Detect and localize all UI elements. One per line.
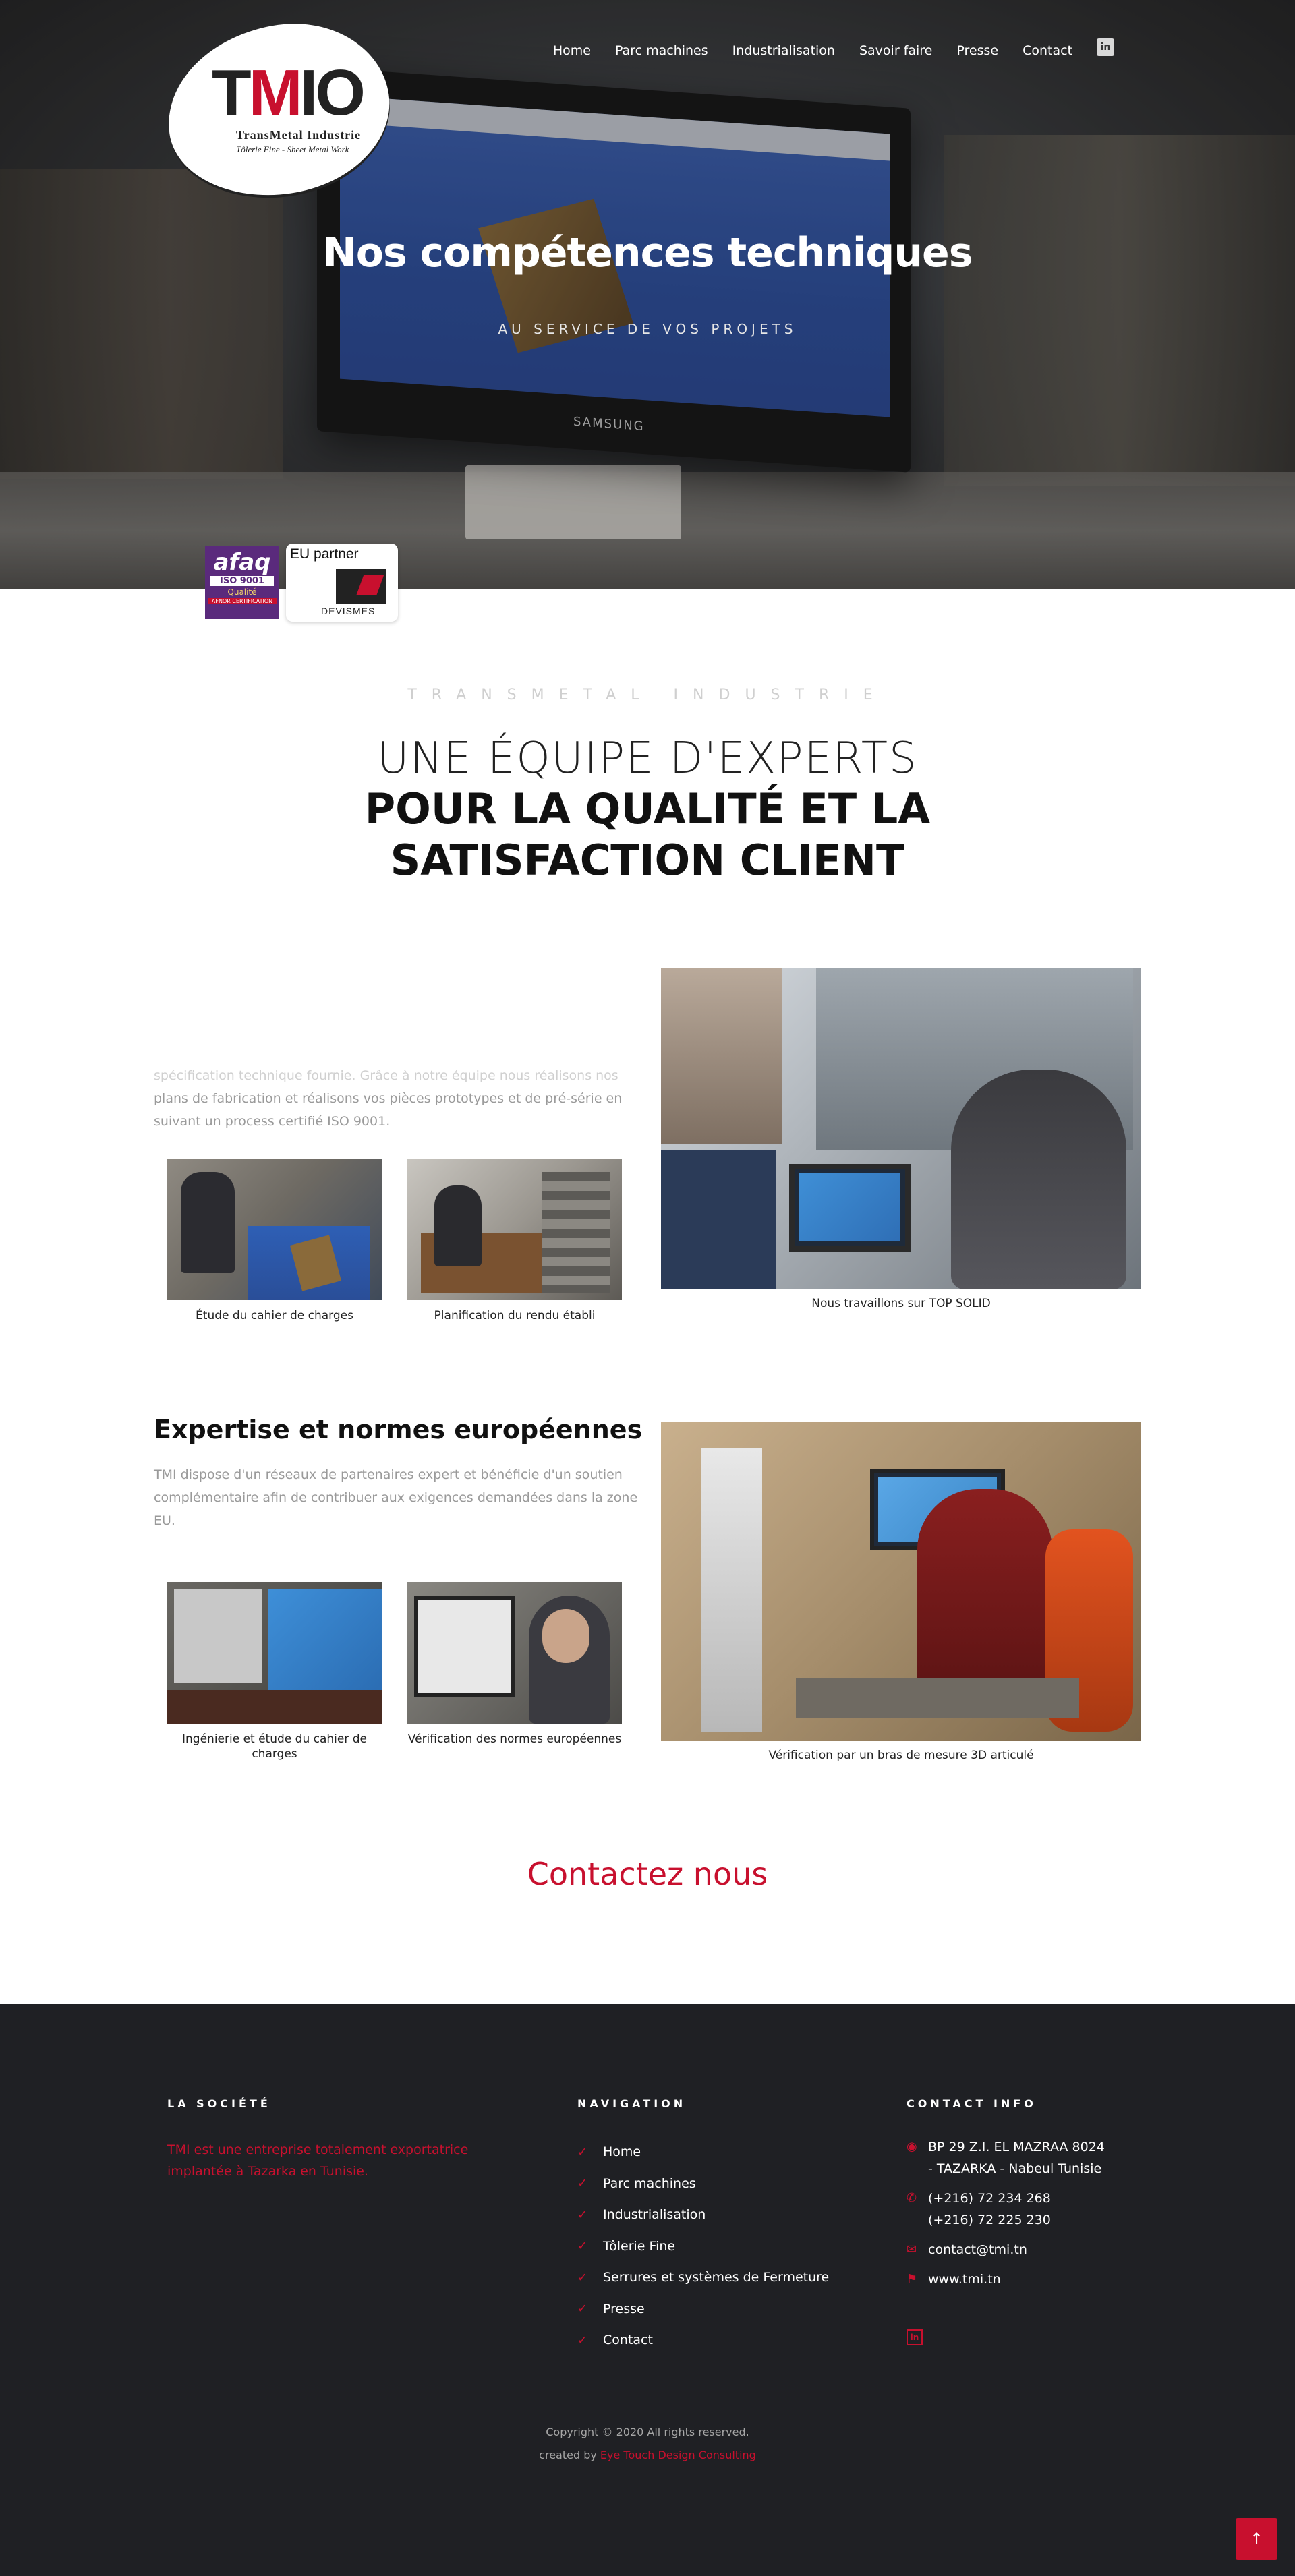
caption-top-solid: Nous travaillons sur TOP SOLID — [811, 1297, 991, 1310]
footer-nav-item[interactable]: ✓ Home — [577, 2136, 829, 2168]
hero-subtitle: AU SERVICE DE VOS PROJETS — [498, 321, 797, 337]
footer-contact-heading: CONTACT INFO — [906, 2097, 1037, 2110]
footer-email[interactable]: contact@tmi.tn — [928, 2239, 1027, 2260]
footer-nav-label: Home — [603, 2144, 641, 2160]
footer-nav-label: Presse — [603, 2301, 645, 2316]
footer-nav-item[interactable]: ✓ Contact — [577, 2324, 829, 2356]
credit-line: created by Eye Touch Design Consulting — [0, 2444, 1295, 2467]
footer-nav-heading: NAVIGATION — [577, 2097, 687, 2110]
footer-linkedin-icon[interactable]: in — [906, 2329, 923, 2345]
credit-link[interactable]: Eye Touch Design Consulting — [600, 2449, 756, 2461]
contact-us-link[interactable]: Contactez nous — [0, 1856, 1295, 1892]
eu-partner-badge: EU partner DEVISMES — [286, 544, 398, 622]
footer-nav: ✓ Home ✓ Parc machines ✓ Industrialisation … — [577, 2136, 829, 2356]
section1-text-body: plans de fabrication et réalisons vos pi… — [154, 1091, 623, 1129]
back-to-top-button[interactable]: ↑ — [1236, 2518, 1277, 2560]
footer-nav-item[interactable]: ✓ Parc machines — [577, 2168, 829, 2200]
linkedin-icon[interactable]: in — [1097, 38, 1114, 56]
footer-nav-label: Serrures et systèmes de Fermeture — [603, 2270, 830, 2285]
footer-contact-info: ◉ BP 29 Z.I. EL MAZRAA 8024 - TAZARKA - N… — [906, 2136, 1109, 2298]
footer-website[interactable]: www.tmi.tn — [928, 2268, 1001, 2290]
afaq-iso-badge: afaq ISO 9001 Qualité AFNOR CERTIFICATIO… — [205, 546, 279, 619]
caption-planification: Planification du rendu établi — [434, 1309, 596, 1322]
footer-address: BP 29 Z.I. EL MAZRAA 8024 - TAZARKA - Na… — [928, 2140, 1105, 2176]
footer-about-heading: LA SOCIÉTÉ — [167, 2097, 271, 2110]
section1-text-faded: spécification technique fournie. Grâce à… — [154, 1068, 618, 1083]
devismes-logo-icon — [336, 569, 386, 604]
eu-partner-label: EU partner — [290, 546, 359, 562]
iso-label: ISO 9001 — [210, 576, 274, 586]
photo-top-solid — [661, 968, 1141, 1289]
footer-nav-label: Parc machines — [603, 2175, 696, 2191]
nav-item-contact[interactable]: Contact — [1023, 43, 1072, 58]
logo-letter-t: T — [212, 57, 252, 129]
caption-normes: Vérification des normes européennes — [407, 1732, 622, 1746]
footer-nav-item[interactable]: ✓ Tôlerie Fine — [577, 2231, 829, 2262]
credit-prefix: created by — [539, 2449, 597, 2461]
caption-cahier-charges: Étude du cahier de charges — [196, 1309, 353, 1322]
footer-nav-item[interactable]: ✓ Presse — [577, 2293, 829, 2325]
footer-phones: (+216) 72 234 268 (+216) 72 225 230 — [928, 2188, 1051, 2231]
qualite-label: Qualité — [227, 587, 257, 597]
logo-company-name: TransMetal Industrie — [236, 128, 362, 142]
check-icon: ✓ — [577, 2144, 588, 2159]
footer-nav-label: Tôlerie Fine — [603, 2238, 676, 2254]
phone-icon: ✆ — [906, 2191, 917, 2205]
check-icon: ✓ — [577, 2270, 588, 2285]
hero-title: Nos compétences techniques — [322, 229, 973, 276]
nav-item-presse[interactable]: Presse — [956, 43, 998, 58]
caption-bras-mesure: Vérification par un bras de mesure 3D ar… — [768, 1749, 1034, 1762]
nav-item-parc-machines[interactable]: Parc machines — [615, 43, 708, 58]
check-icon: ✓ — [577, 2239, 588, 2254]
site-footer: LA SOCIÉTÉ TMI est une entreprise totale… — [0, 2004, 1295, 2576]
afnor-label: AFNOR CERTIFICATION — [208, 598, 277, 604]
section2-text: TMI dispose d'un réseaux de partenaires … — [154, 1467, 638, 1528]
nav-item-savoir-faire[interactable]: Savoir faire — [859, 43, 932, 58]
nav-item-industrialisation[interactable]: Industrialisation — [732, 43, 835, 58]
copyright-text: Copyright © 2020 All rights reserved. — [546, 2426, 749, 2438]
section-heading-bold: POUR LA QUALITÉ ET LA SATISFACTION CLIEN… — [364, 784, 931, 885]
footer-about-text: TMI est une entreprise totalement export… — [167, 2142, 469, 2179]
check-icon: ✓ — [577, 2176, 588, 2191]
footer-phone-1[interactable]: (+216) 72 234 268 — [928, 2191, 1051, 2206]
section1-text: spécification technique fournie. Grâce à… — [154, 1064, 634, 1133]
photo-planification — [407, 1159, 622, 1300]
main-navigation: Home Parc machines Industrialisation Sav… — [553, 38, 1295, 58]
footer-nav-label: Industrialisation — [603, 2207, 706, 2223]
photo-cahier-charges — [167, 1159, 382, 1300]
section2-title: Expertise et normes européennes — [154, 1415, 643, 1444]
check-icon: ✓ — [577, 2302, 588, 2316]
caption-ingenierie: Ingénierie et étude du cahier de charges — [182, 1732, 367, 1761]
devismes-label: DEVISMES — [321, 606, 376, 616]
section-heading-light: UNE ÉQUIPE D'EXPERTS — [377, 734, 918, 784]
location-pin-icon: ◉ — [906, 2140, 917, 2154]
section-eyebrow: TRANSMETAL INDUSTRIE — [407, 686, 888, 703]
logo-mark: TMIO — [212, 61, 366, 125]
photo-ingenierie — [167, 1582, 382, 1724]
photo-bras-mesure — [661, 1422, 1141, 1741]
footer-phone-2[interactable]: (+216) 72 225 230 — [928, 2213, 1051, 2227]
site-logo[interactable]: TMIO TransMetal Industrie Tôlerie Fine -… — [156, 11, 401, 209]
footer-nav-item[interactable]: ✓ Industrialisation — [577, 2199, 829, 2231]
logo-tagline: Tôlerie Fine - Sheet Metal Work — [236, 144, 349, 154]
check-icon: ✓ — [577, 2333, 588, 2347]
photo-normes — [407, 1582, 622, 1724]
footer-nav-item[interactable]: ✓ Serrures et systèmes de Fermeture — [577, 2262, 829, 2293]
afaq-label: afaq — [213, 549, 271, 576]
email-icon: ✉ — [906, 2242, 917, 2256]
footer-nav-label: Contact — [603, 2333, 653, 2348]
logo-letters-io: IO — [299, 57, 366, 129]
flag-icon: ⚑ — [906, 2272, 918, 2286]
nav-item-home[interactable]: Home — [553, 43, 591, 58]
footer-copyright: Copyright © 2020 All rights reserved. cr… — [0, 2421, 1295, 2467]
check-icon: ✓ — [577, 2207, 588, 2222]
logo-letter-m: M — [248, 57, 303, 129]
